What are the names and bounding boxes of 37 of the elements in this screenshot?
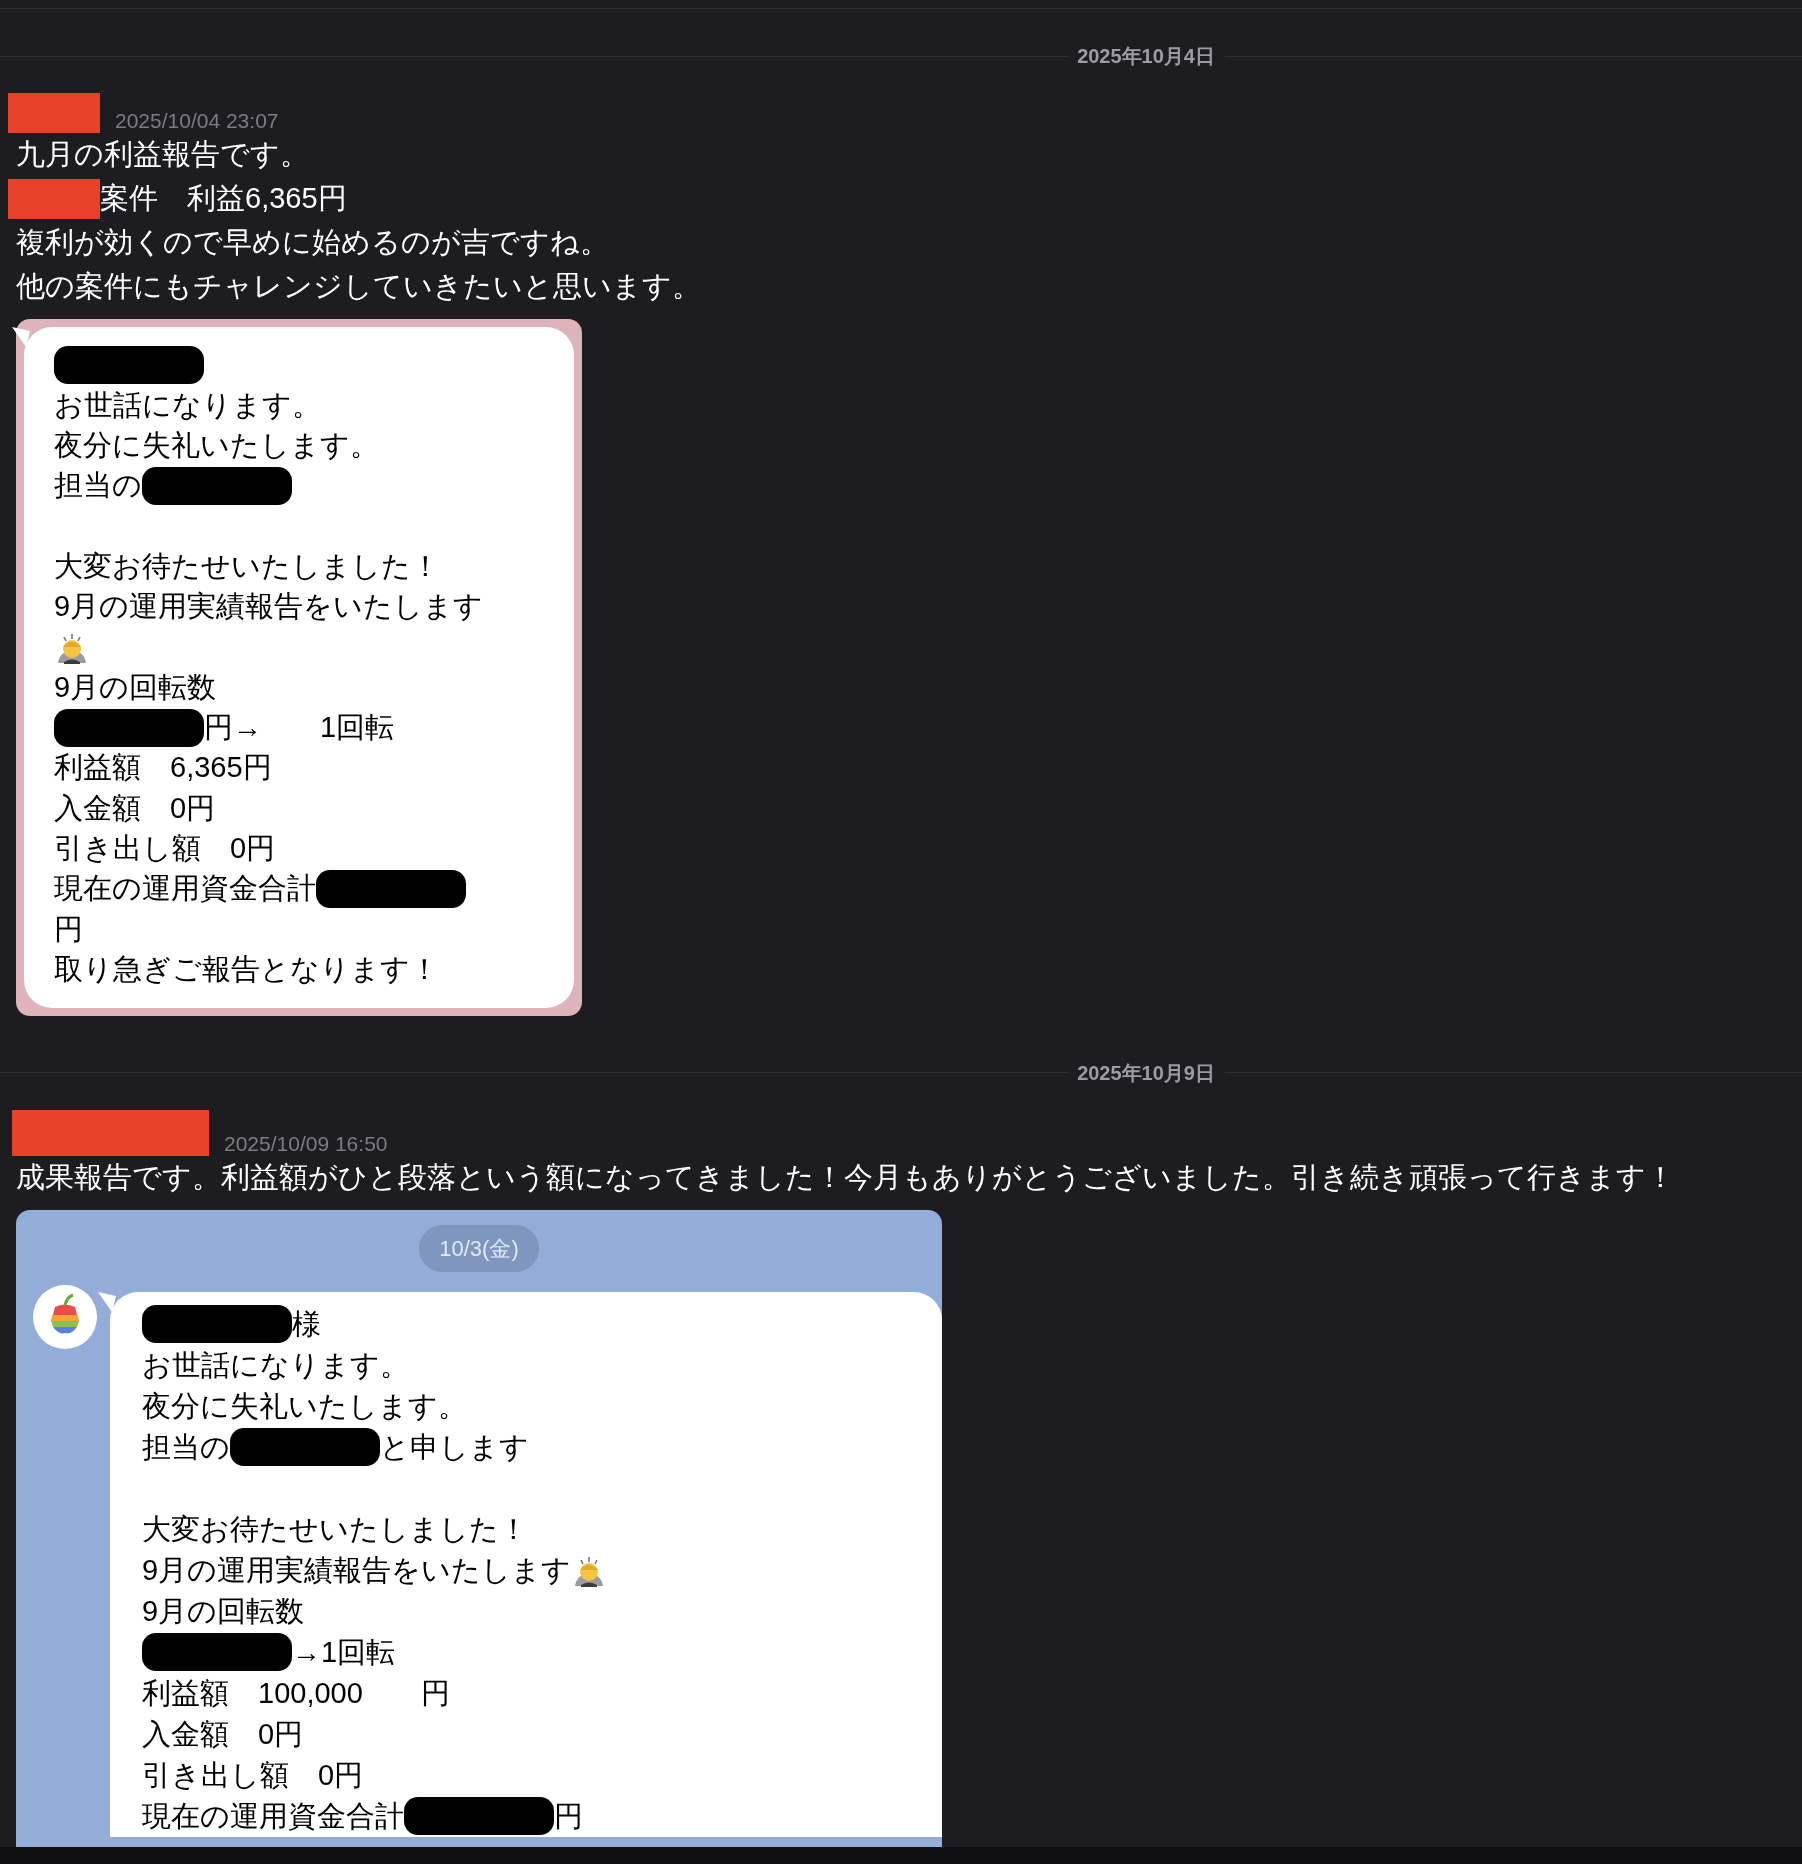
- bubble-text: 現在の運用資金合計: [142, 1798, 404, 1834]
- bubble-text: 利益額 6,365円: [54, 750, 272, 786]
- bubble-text: 円: [554, 1798, 583, 1834]
- bubble-text: 夜分に失礼いたします。: [142, 1388, 467, 1424]
- bubble-text: お世話になります。: [54, 387, 321, 423]
- bubble-text: 円: [54, 911, 83, 947]
- timestamp: 2025/10/09 16:50: [224, 1132, 388, 1156]
- date-pill: 10/3(金): [419, 1224, 539, 1272]
- bubble-text: お世話になります。: [142, 1347, 409, 1383]
- bubble-text: 大変お待たせいたしました！: [142, 1511, 528, 1547]
- message-text: 案件 利益6,365円: [100, 181, 347, 217]
- bubble-text: と申します: [380, 1429, 529, 1465]
- bubble-text: 引き出し額 0円: [54, 830, 276, 866]
- bubble-text: 9月の運用実績報告をいたします: [54, 589, 484, 625]
- bubble-text: 夜分に失礼いたします。: [54, 428, 379, 463]
- message-text: 他の案件にもチャレンジしていきたいと思います。: [16, 269, 701, 305]
- bubble-text: 9月の回転数: [54, 669, 217, 705]
- message-text: 複利が効くので早めに始めるのが吉ですね。: [16, 225, 609, 261]
- bubble-text: 円→ 1回転: [204, 710, 395, 746]
- bubble-text: 入金額 0円: [54, 790, 216, 826]
- bubble-text: 担当の: [54, 468, 142, 504]
- bubble-text: 大変お待たせいたしました！: [54, 548, 440, 584]
- message-text: 成果報告です。利益額がひと段落という額になってきました！今月もありがとうございました。引き続き頑張って行きます！: [16, 1160, 1675, 1195]
- bubble-text: →1回転: [292, 1634, 396, 1670]
- bubble-text: 取り急ぎご報告となります！: [54, 951, 439, 987]
- date-divider-label: 2025年10月4日: [1076, 44, 1216, 69]
- bubble-text: 入金額 0円: [142, 1716, 304, 1752]
- bubble-text: 9月の回転数: [142, 1593, 305, 1629]
- bubble-text: 様: [292, 1306, 321, 1342]
- message-text: 九月の利益報告です。: [16, 137, 309, 173]
- bubble-text: 担当の: [142, 1429, 230, 1465]
- bubble-text: 利益額 100,000 円: [142, 1675, 450, 1711]
- timestamp: 2025/10/04 23:07: [115, 110, 279, 133]
- date-divider-label: 2025年10月9日: [1076, 1060, 1216, 1086]
- bubble-text: 引き出し額 0円: [142, 1757, 364, 1793]
- bubble-text: 現在の運用資金合計: [54, 871, 316, 907]
- bubble-text: 9月の運用実績報告をいたします: [142, 1552, 572, 1588]
